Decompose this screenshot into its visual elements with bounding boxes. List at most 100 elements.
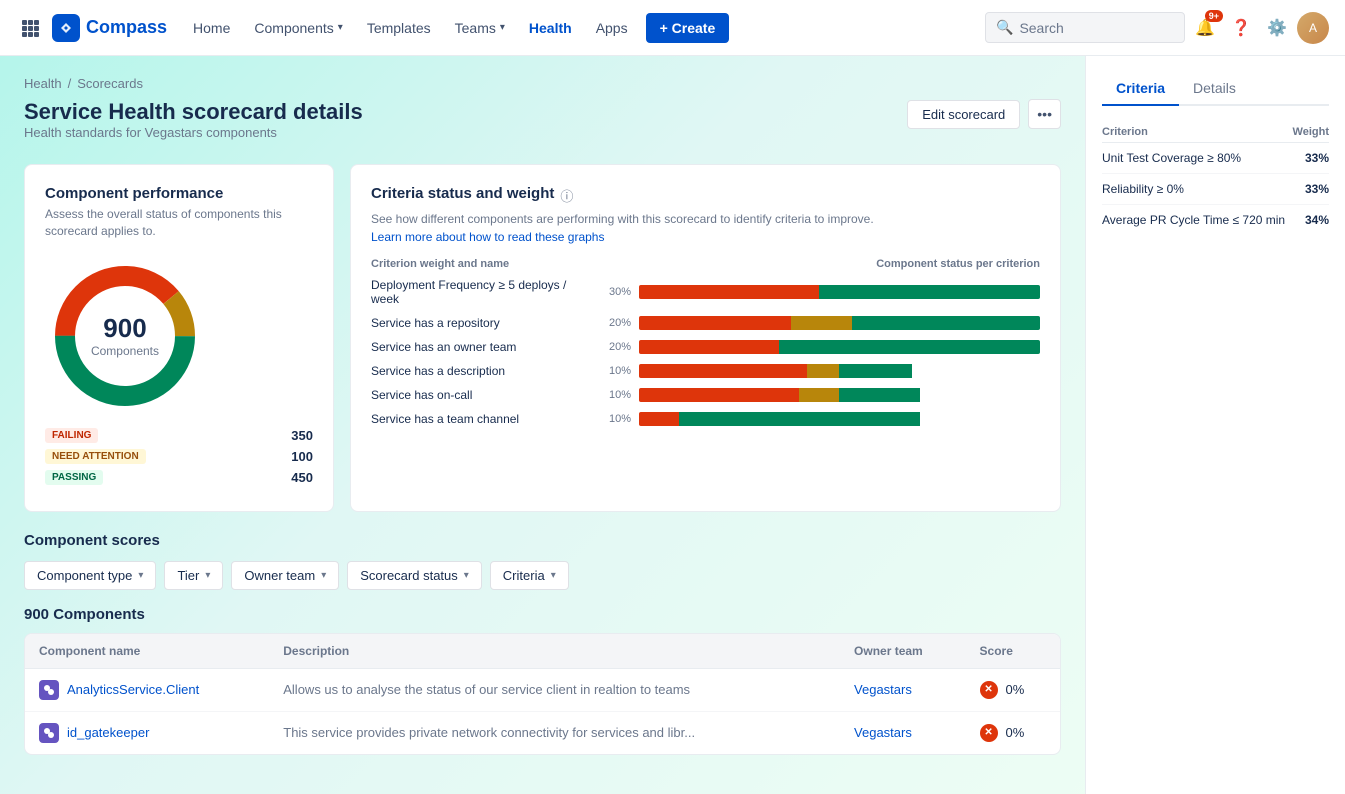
bar-label: Service has a repository [371,316,591,330]
settings-button[interactable]: ⚙️ [1261,12,1293,44]
nav-health[interactable]: Health [519,14,582,42]
legend-failing: FAILING 350 [45,428,313,443]
description-text: This service provides private network co… [283,725,695,740]
component-icon [39,723,59,743]
criteria-col-criterion: Criterion [1102,122,1291,143]
legend-passing: PASSING 450 [45,470,313,485]
search-box[interactable]: 🔍 Search [985,12,1185,43]
page-header: Service Health scorecard details Health … [24,99,1061,160]
panel-tabs: Criteria Details [1102,72,1329,106]
component-link[interactable]: id_gatekeeper [39,723,255,743]
component-name: AnalyticsService.Client [67,682,199,697]
chart-header: Criterion weight and name Component stat… [371,258,1040,270]
failing-badge: FAILING [45,428,98,443]
scorecard-status-filter[interactable]: Scorecard status ▾ [347,561,482,590]
description-cell: This service provides private network co… [269,711,840,754]
breadcrumb-health[interactable]: Health [24,76,62,91]
bar-pct: 20% [599,341,631,353]
criterion-label: Reliability ≥ 0% [1102,174,1291,205]
criteria-desc: See how different components are perform… [371,210,1040,246]
breadcrumb: Health / Scorecards [24,76,1061,91]
bar-track [639,412,1040,426]
score-cell: ✕ 0% [966,668,1060,711]
tab-criteria[interactable]: Criteria [1102,72,1179,106]
scorecard-status-chevron-icon: ▾ [464,570,469,581]
notifications-button[interactable]: 🔔 9+ [1189,12,1221,44]
page-title: Service Health scorecard details [24,99,363,125]
avatar[interactable]: A [1297,12,1329,44]
help-button[interactable]: ❓ [1225,12,1257,44]
criteria-tbody: Unit Test Coverage ≥ 80% 33% Reliability… [1102,143,1329,236]
col-score: Score [966,634,1060,669]
bar-label: Service has a description [371,364,591,378]
donut-chart: 900 Components [45,256,205,416]
info-icon: ⓘ [560,186,573,205]
component-type-filter[interactable]: Component type ▾ [24,561,156,590]
legend-attention: NEED ATTENTION 100 [45,449,313,464]
attention-badge: NEED ATTENTION [45,449,146,464]
criterion-weight: 34% [1291,205,1329,236]
grid-icon[interactable] [16,14,44,42]
nav-home[interactable]: Home [183,14,240,42]
component-icon [39,680,59,700]
legend: FAILING 350 NEED ATTENTION 100 PASSING 4… [45,428,313,485]
more-options-button[interactable]: ••• [1028,99,1061,129]
owner-team-filter[interactable]: Owner team ▾ [231,561,339,590]
criteria-filter[interactable]: Criteria ▾ [490,561,569,590]
nav-apps[interactable]: Apps [586,14,638,42]
components-chevron-icon: ▾ [338,22,343,33]
col-description: Description [269,634,840,669]
bar-track [639,364,1040,378]
create-button[interactable]: + Create [646,13,730,43]
description-text: Allows us to analyse the status of our s… [283,682,690,697]
tier-filter[interactable]: Tier ▾ [164,561,223,590]
score-container: ✕ 0% [980,724,1046,742]
team-link[interactable]: Vegastars [854,682,912,697]
bar-track [639,388,1040,402]
passing-badge: PASSING [45,470,103,485]
page-subtitle: Health standards for Vegastars component… [24,125,363,140]
criteria-chevron-icon: ▾ [551,570,556,581]
criteria-link[interactable]: Learn more about how to read these graph… [371,230,604,244]
score-fail-icon: ✕ [980,724,998,742]
right-panel: Criteria Details Criterion Weight Unit T… [1085,56,1345,794]
bar-row: Deployment Frequency ≥ 5 deploys / week3… [371,278,1040,306]
criteria-title: Criteria status and weight [371,185,554,202]
bar-pct: 10% [599,413,631,425]
team-link[interactable]: Vegastars [854,725,912,740]
bar-label: Service has on-call [371,388,591,402]
bar-label: Service has an owner team [371,340,591,354]
bars-container: Deployment Frequency ≥ 5 deploys / week3… [371,278,1040,426]
donut-label: Components [91,344,159,358]
col-owner-team: Owner team [840,634,965,669]
criteria-row: Reliability ≥ 0% 33% [1102,174,1329,205]
bar-label: Deployment Frequency ≥ 5 deploys / week [371,278,591,306]
bar-pct: 10% [599,365,631,377]
criteria-detail-table: Criterion Weight Unit Test Coverage ≥ 80… [1102,122,1329,235]
donut-number: 900 [91,313,159,344]
nav-components[interactable]: Components ▾ [244,14,352,42]
failing-count: 350 [291,428,313,443]
logo[interactable]: Compass [52,14,167,42]
content-area: Health / Scorecards Service Health score… [0,56,1085,794]
owner-team-chevron-icon: ▾ [321,570,326,581]
nav-teams[interactable]: Teams ▾ [445,14,515,42]
bar-track [639,340,1040,354]
table-row: id_gatekeeper This service provides priv… [25,711,1060,754]
passing-count: 450 [291,470,313,485]
bar-row: Service has an owner team 20% [371,340,1040,354]
component-scores-section: Component scores Component type ▾ Tier ▾… [24,532,1061,755]
score-container: ✕ 0% [980,681,1046,699]
performance-subtitle: Assess the overall status of components … [45,206,313,240]
criteria-row: Average PR Cycle Time ≤ 720 min 34% [1102,205,1329,236]
bar-row: Service has a description 10% [371,364,1040,378]
teams-chevron-icon: ▾ [500,22,505,33]
filters-row: Component type ▾ Tier ▾ Owner team ▾ Sco… [24,561,1061,590]
performance-card: Component performance Assess the overall… [24,164,334,512]
table-row: AnalyticsService.Client Allows us to ana… [25,668,1060,711]
nav-templates[interactable]: Templates [357,14,441,42]
cards-row: Component performance Assess the overall… [24,164,1061,512]
tab-details[interactable]: Details [1179,72,1250,106]
edit-scorecard-button[interactable]: Edit scorecard [907,100,1020,129]
component-link[interactable]: AnalyticsService.Client [39,680,255,700]
